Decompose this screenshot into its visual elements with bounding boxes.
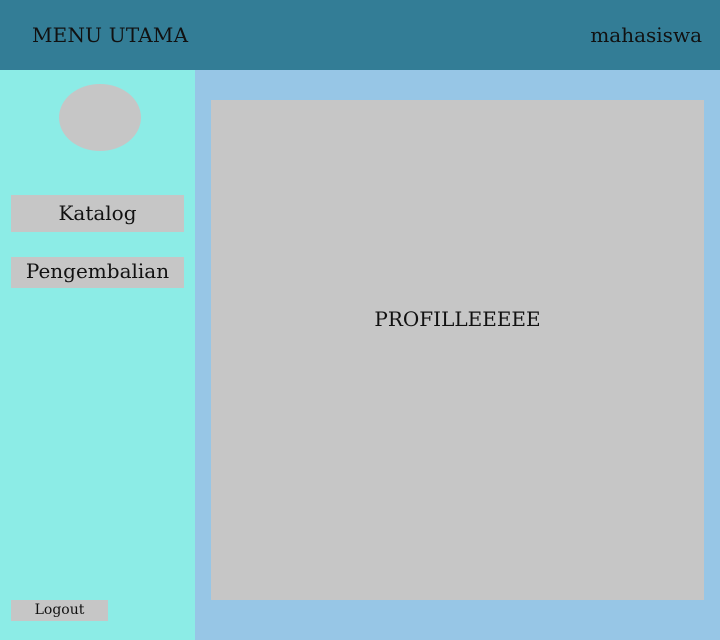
top-header: MENU UTAMA mahasiswa xyxy=(0,0,720,70)
logout-button[interactable]: Logout xyxy=(11,600,108,621)
user-role-label: mahasiswa xyxy=(590,23,702,47)
profile-panel: PROFILLEEEEE xyxy=(211,100,704,600)
main-content: PROFILLEEEEE xyxy=(195,70,720,640)
page-title: MENU UTAMA xyxy=(32,23,189,47)
avatar xyxy=(59,84,141,151)
sidebar-item-pengembalian[interactable]: Pengembalian xyxy=(11,257,184,288)
sidebar: Katalog Pengembalian Logout xyxy=(0,70,195,640)
profile-placeholder-text: PROFILLEEEEE xyxy=(374,307,541,331)
sidebar-item-katalog[interactable]: Katalog xyxy=(11,195,184,232)
